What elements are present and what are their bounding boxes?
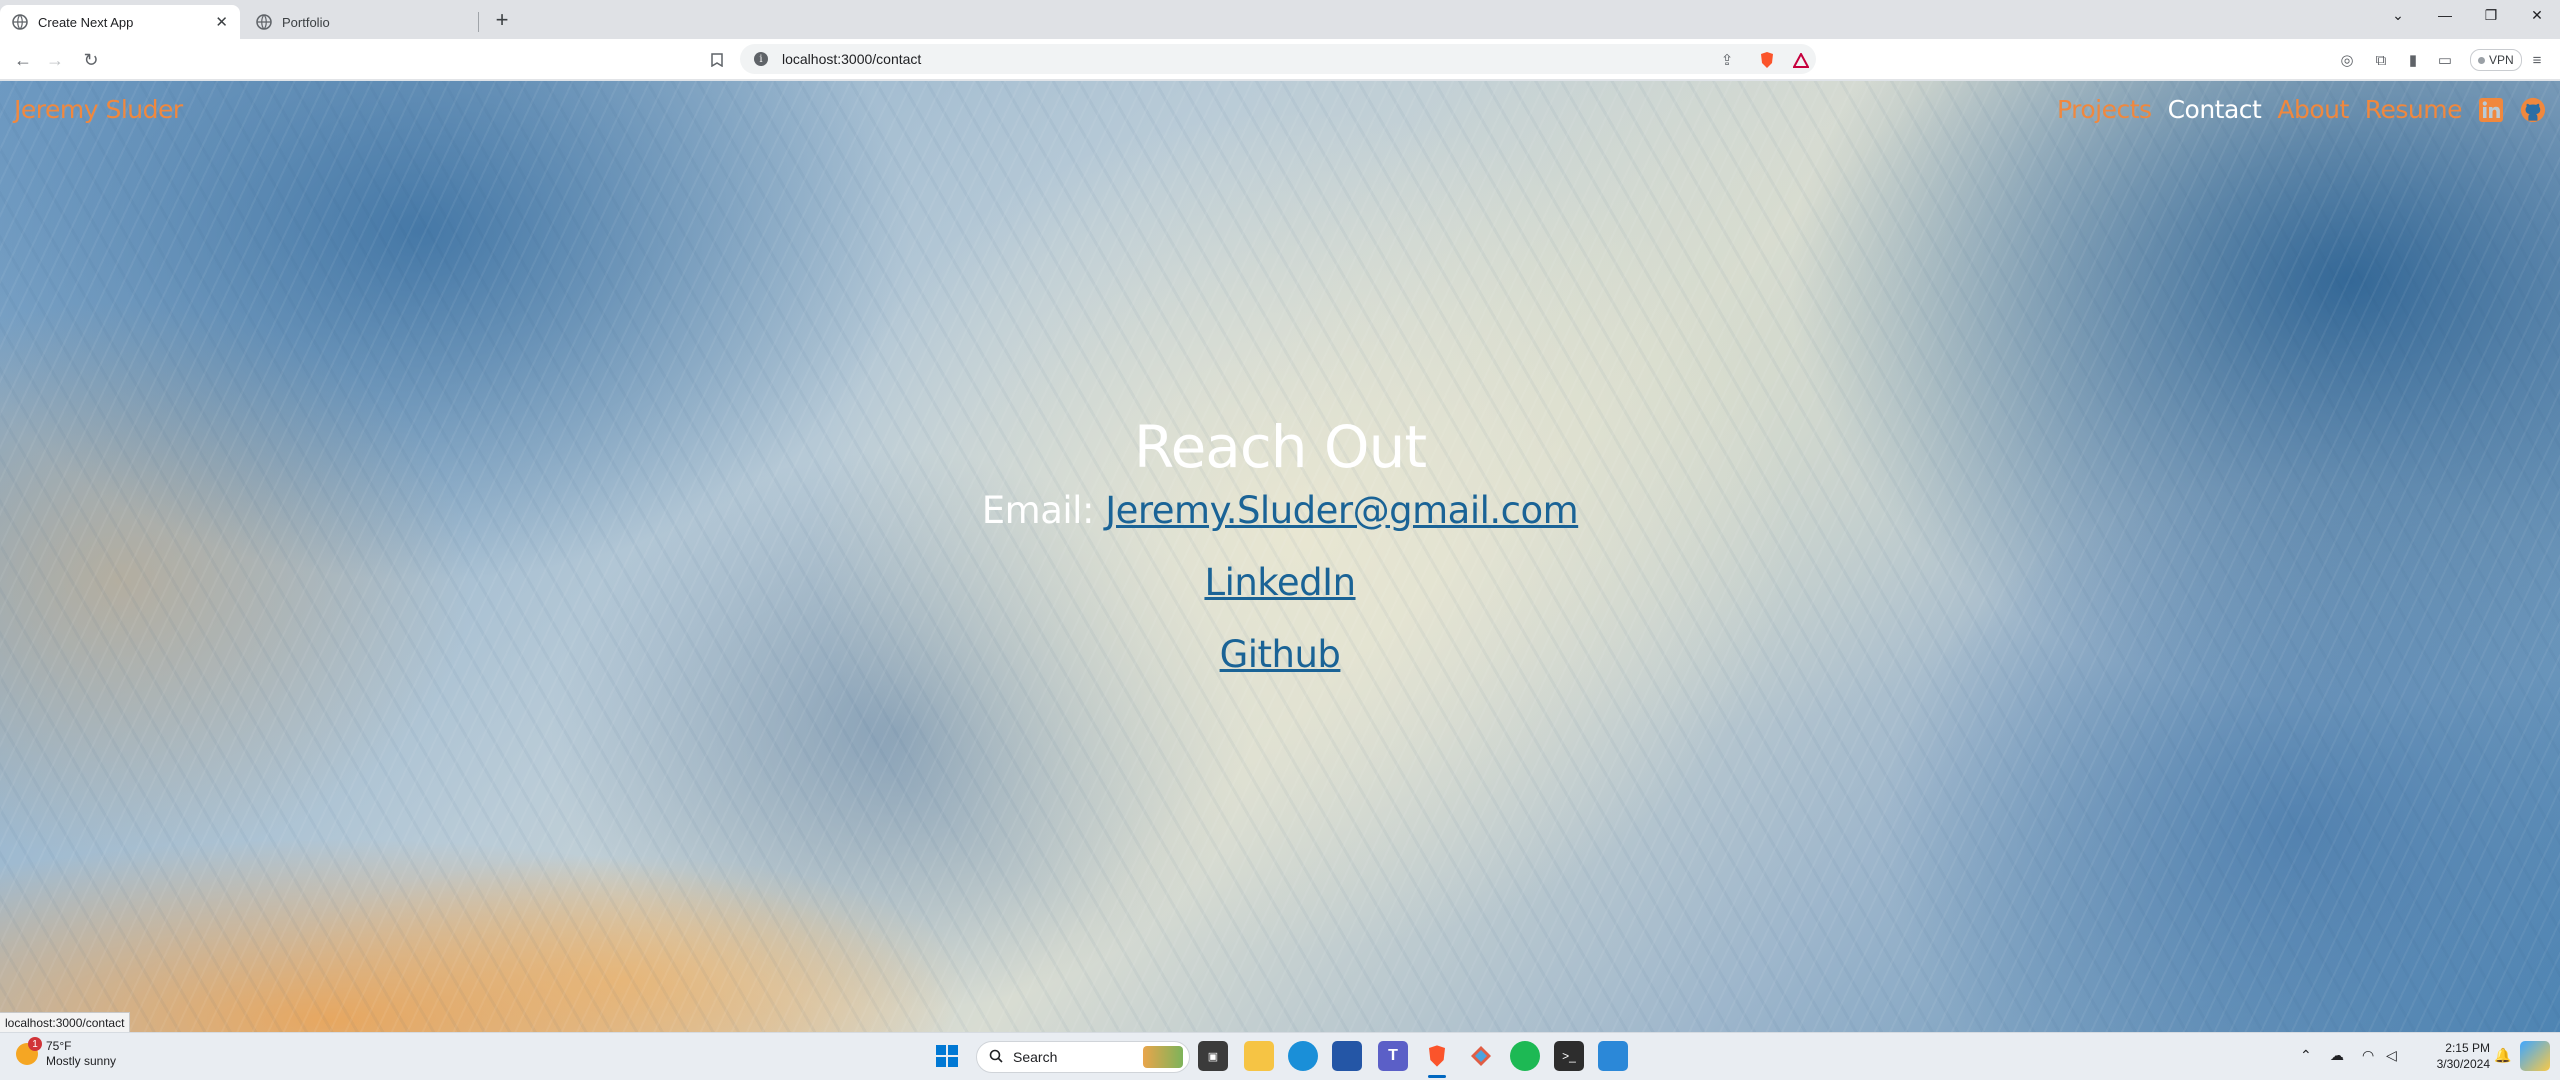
bookmark-icon[interactable] [704, 47, 730, 73]
brave-rewards-icon[interactable] [1790, 49, 1812, 71]
search-icon [989, 1049, 1003, 1066]
page-viewport: Jeremy Sluder Projects Contact About Res… [0, 81, 2560, 1032]
brave-shields-icon[interactable] [1756, 49, 1778, 71]
nav-resume[interactable]: Resume [2365, 95, 2463, 124]
taskbar-clock[interactable]: 2:15 PM 3/30/2024 [2418, 1040, 2490, 1072]
tab-title: Portfolio [282, 14, 330, 30]
weather-temp: 75°F [46, 1039, 72, 1053]
site-nav: Projects Contact About Resume [2057, 95, 2546, 124]
nav-projects[interactable]: Projects [2057, 95, 2152, 124]
menu-icon[interactable]: ≡ [2526, 49, 2548, 71]
git-kraken-icon[interactable] [1466, 1041, 1496, 1071]
github-icon[interactable] [2520, 97, 2546, 123]
vpn-button[interactable]: VPN [2470, 49, 2522, 71]
task-view-icon[interactable]: ▣ [1198, 1041, 1228, 1071]
clock-date: 3/30/2024 [2436, 1057, 2490, 1071]
linkedin-row: LinkedIn [0, 557, 2560, 609]
edge-icon[interactable] [1288, 1041, 1318, 1071]
search-placeholder: Search [1013, 1049, 1058, 1065]
leo-ai-icon[interactable]: ◎ [2336, 49, 2358, 71]
weather-desc: Mostly sunny [46, 1054, 117, 1068]
new-tab-button[interactable]: + [488, 6, 516, 34]
copilot-icon[interactable] [2520, 1041, 2550, 1071]
site-info-icon[interactable]: i [754, 52, 768, 66]
contact-section: Reach Out Email: Jeremy.Sluder@gmail.com… [0, 411, 2560, 681]
github-row: Github [0, 629, 2560, 681]
minimize-button[interactable]: — [2428, 0, 2462, 30]
address-bar[interactable]: i localhost:3000/contact [740, 44, 1816, 74]
onedrive-icon[interactable]: ☁ [2330, 1047, 2344, 1064]
back-button[interactable]: ← [10, 47, 36, 73]
globe-icon [256, 14, 272, 30]
nav-about[interactable]: About [2277, 95, 2349, 124]
sidebar-icon[interactable]: ▮ [2402, 49, 2424, 71]
browser-toolbar: ← → ↻ i localhost:3000/contact ⇪ ◎ ⧉ ▮ ▭… [0, 39, 2560, 80]
brave-taskbar-icon[interactable] [1422, 1041, 1452, 1071]
tab-title: Create Next App [38, 14, 134, 30]
tab-create-next-app[interactable]: Create Next App ✕ [0, 5, 240, 39]
forward-button[interactable]: → [42, 47, 68, 73]
clock-time: 2:15 PM [2445, 1041, 2490, 1055]
store-icon[interactable] [1332, 1041, 1362, 1071]
link-status-bubble: localhost:3000/contact [0, 1012, 131, 1033]
windows-taskbar: 1 75°F Mostly sunny Search ▣ T >_ ⌃ ☁ ◠ … [0, 1032, 2560, 1080]
linkedin-link[interactable]: LinkedIn [1204, 561, 1356, 604]
email-line: Email: Jeremy.Sluder@gmail.com [0, 485, 2560, 537]
weather-widget[interactable]: 1 75°F Mostly sunny [16, 1037, 117, 1069]
linkedin-icon[interactable] [2478, 97, 2504, 123]
volume-icon[interactable]: ◁ [2386, 1047, 2397, 1064]
close-tab-icon[interactable]: ✕ [215, 13, 228, 31]
tab-portfolio[interactable]: Portfolio [244, 5, 480, 39]
restore-button[interactable]: ❐ [2474, 0, 2508, 30]
url-text: localhost:3000/contact [782, 51, 922, 67]
browser-tab-strip: Create Next App ✕ Portfolio + ⌄ — ❐ ✕ [0, 0, 2560, 39]
spotify-icon[interactable] [1510, 1041, 1540, 1071]
show-hidden-icons[interactable]: ⌃ [2300, 1047, 2312, 1064]
teams-icon[interactable]: T [1378, 1041, 1408, 1071]
notification-badge: 1 [28, 1037, 42, 1051]
notifications-bell-icon[interactable]: 🔔 [2494, 1047, 2511, 1064]
wallet-icon[interactable]: ▭ [2434, 49, 2456, 71]
windows-start-icon[interactable] [932, 1041, 962, 1071]
search-highlight-icon [1143, 1046, 1183, 1068]
vpn-label: VPN [2489, 53, 2514, 67]
tab-search-icon[interactable]: ⌄ [2381, 0, 2415, 30]
wifi-icon[interactable]: ◠ [2362, 1047, 2374, 1064]
app-window-icon[interactable] [1598, 1041, 1628, 1071]
reload-button[interactable]: ↻ [78, 47, 104, 73]
close-window-button[interactable]: ✕ [2520, 0, 2554, 30]
terminal-icon[interactable]: >_ [1554, 1041, 1584, 1071]
active-app-indicator [1428, 1075, 1446, 1078]
github-link[interactable]: Github [1220, 633, 1341, 676]
taskbar-search[interactable]: Search [976, 1041, 1190, 1073]
email-link[interactable]: Jeremy.Sluder@gmail.com [1105, 489, 1579, 532]
extensions-icon[interactable]: ⧉ [2370, 49, 2392, 71]
nav-contact[interactable]: Contact [2168, 95, 2262, 124]
share-icon[interactable]: ⇪ [1716, 49, 1738, 71]
site-brand-link[interactable]: Jeremy Sluder [14, 95, 183, 124]
weather-sun-icon: 1 [16, 1037, 42, 1065]
globe-icon [12, 14, 28, 30]
tab-divider [478, 12, 479, 32]
file-explorer-icon[interactable] [1244, 1041, 1274, 1071]
email-label: Email: [981, 489, 1095, 532]
page-title: Reach Out [1133, 413, 1427, 481]
vpn-status-icon [2478, 56, 2485, 64]
